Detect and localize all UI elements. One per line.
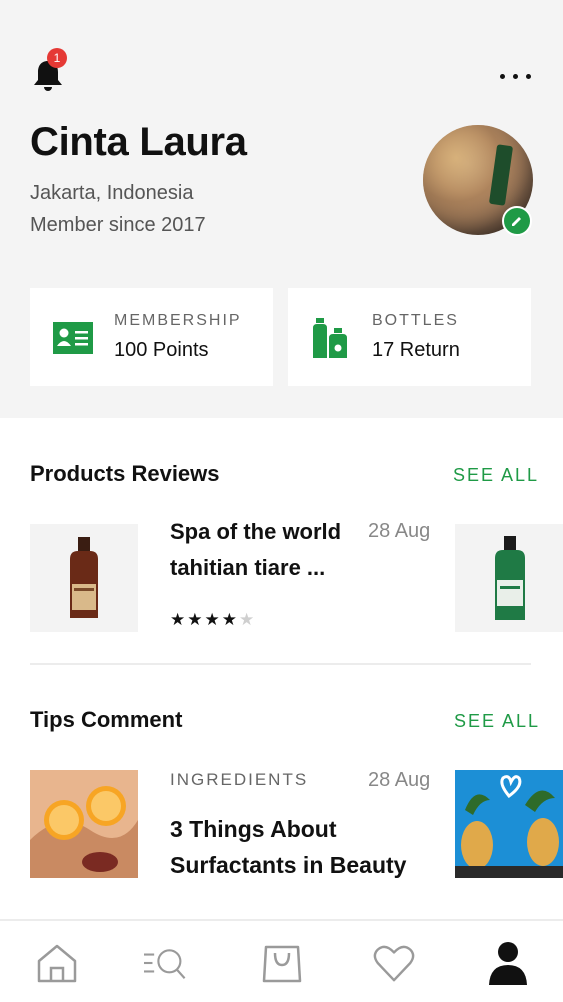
- membership-value: 100 Points: [114, 339, 209, 361]
- rating-stars: ★★★★★: [170, 610, 256, 630]
- section-divider: [30, 663, 531, 665]
- bottles-label: BOTTLES: [372, 312, 459, 329]
- search-icon[interactable]: [144, 941, 188, 985]
- tip-image[interactable]: [30, 770, 138, 878]
- membership-card[interactable]: MEMBERSHIP 100 Points: [30, 288, 273, 386]
- profile-location: Jakarta, Indonesia: [30, 182, 194, 204]
- bottles-value: 17 Return: [372, 339, 460, 361]
- bag-icon[interactable]: [260, 941, 304, 985]
- tip-category: INGREDIENTS: [170, 770, 309, 789]
- review-product-image[interactable]: [30, 524, 138, 632]
- notification-badge: 1: [47, 48, 67, 68]
- reviews-see-all-link[interactable]: SEE ALL: [453, 465, 539, 486]
- review-title[interactable]: Spa of the world tahitian tiare ...: [170, 514, 360, 586]
- bottles-card[interactable]: BOTTLES 17 Return: [288, 288, 531, 386]
- review-date: 28 Aug: [368, 520, 431, 542]
- star-icon: ★: [221, 610, 239, 629]
- profile-member-since: Member since 2017: [30, 214, 206, 236]
- profile-header: 1 Cinta Laura Jakarta, Indonesia Member …: [0, 0, 563, 418]
- membership-label: MEMBERSHIP: [114, 312, 242, 329]
- star-icon: ★: [170, 610, 188, 629]
- review-product-image-next[interactable]: [455, 524, 563, 632]
- tips-see-all-link[interactable]: SEE ALL: [454, 711, 540, 732]
- bottom-tab-bar: [0, 919, 563, 1002]
- bottles-icon: [310, 318, 352, 358]
- star-icon: ★: [187, 610, 205, 629]
- star-empty-icon: ★: [239, 610, 257, 629]
- id-card-icon: [52, 318, 94, 358]
- tip-date: 28 Aug: [368, 769, 431, 791]
- heart-icon[interactable]: [372, 941, 416, 985]
- reviews-section-title: Products Reviews: [30, 461, 220, 486]
- tip-image-next[interactable]: [455, 770, 563, 878]
- star-icon: ★: [204, 610, 222, 629]
- home-icon[interactable]: [35, 941, 79, 985]
- more-options-icon[interactable]: [498, 70, 534, 82]
- tips-section-title: Tips Comment: [30, 707, 183, 732]
- profile-name: Cinta Laura: [30, 120, 247, 164]
- tip-title[interactable]: 3 Things About Surfactants in Beauty: [170, 811, 420, 883]
- edit-avatar-icon[interactable]: [502, 206, 532, 236]
- profile-icon[interactable]: [486, 941, 530, 985]
